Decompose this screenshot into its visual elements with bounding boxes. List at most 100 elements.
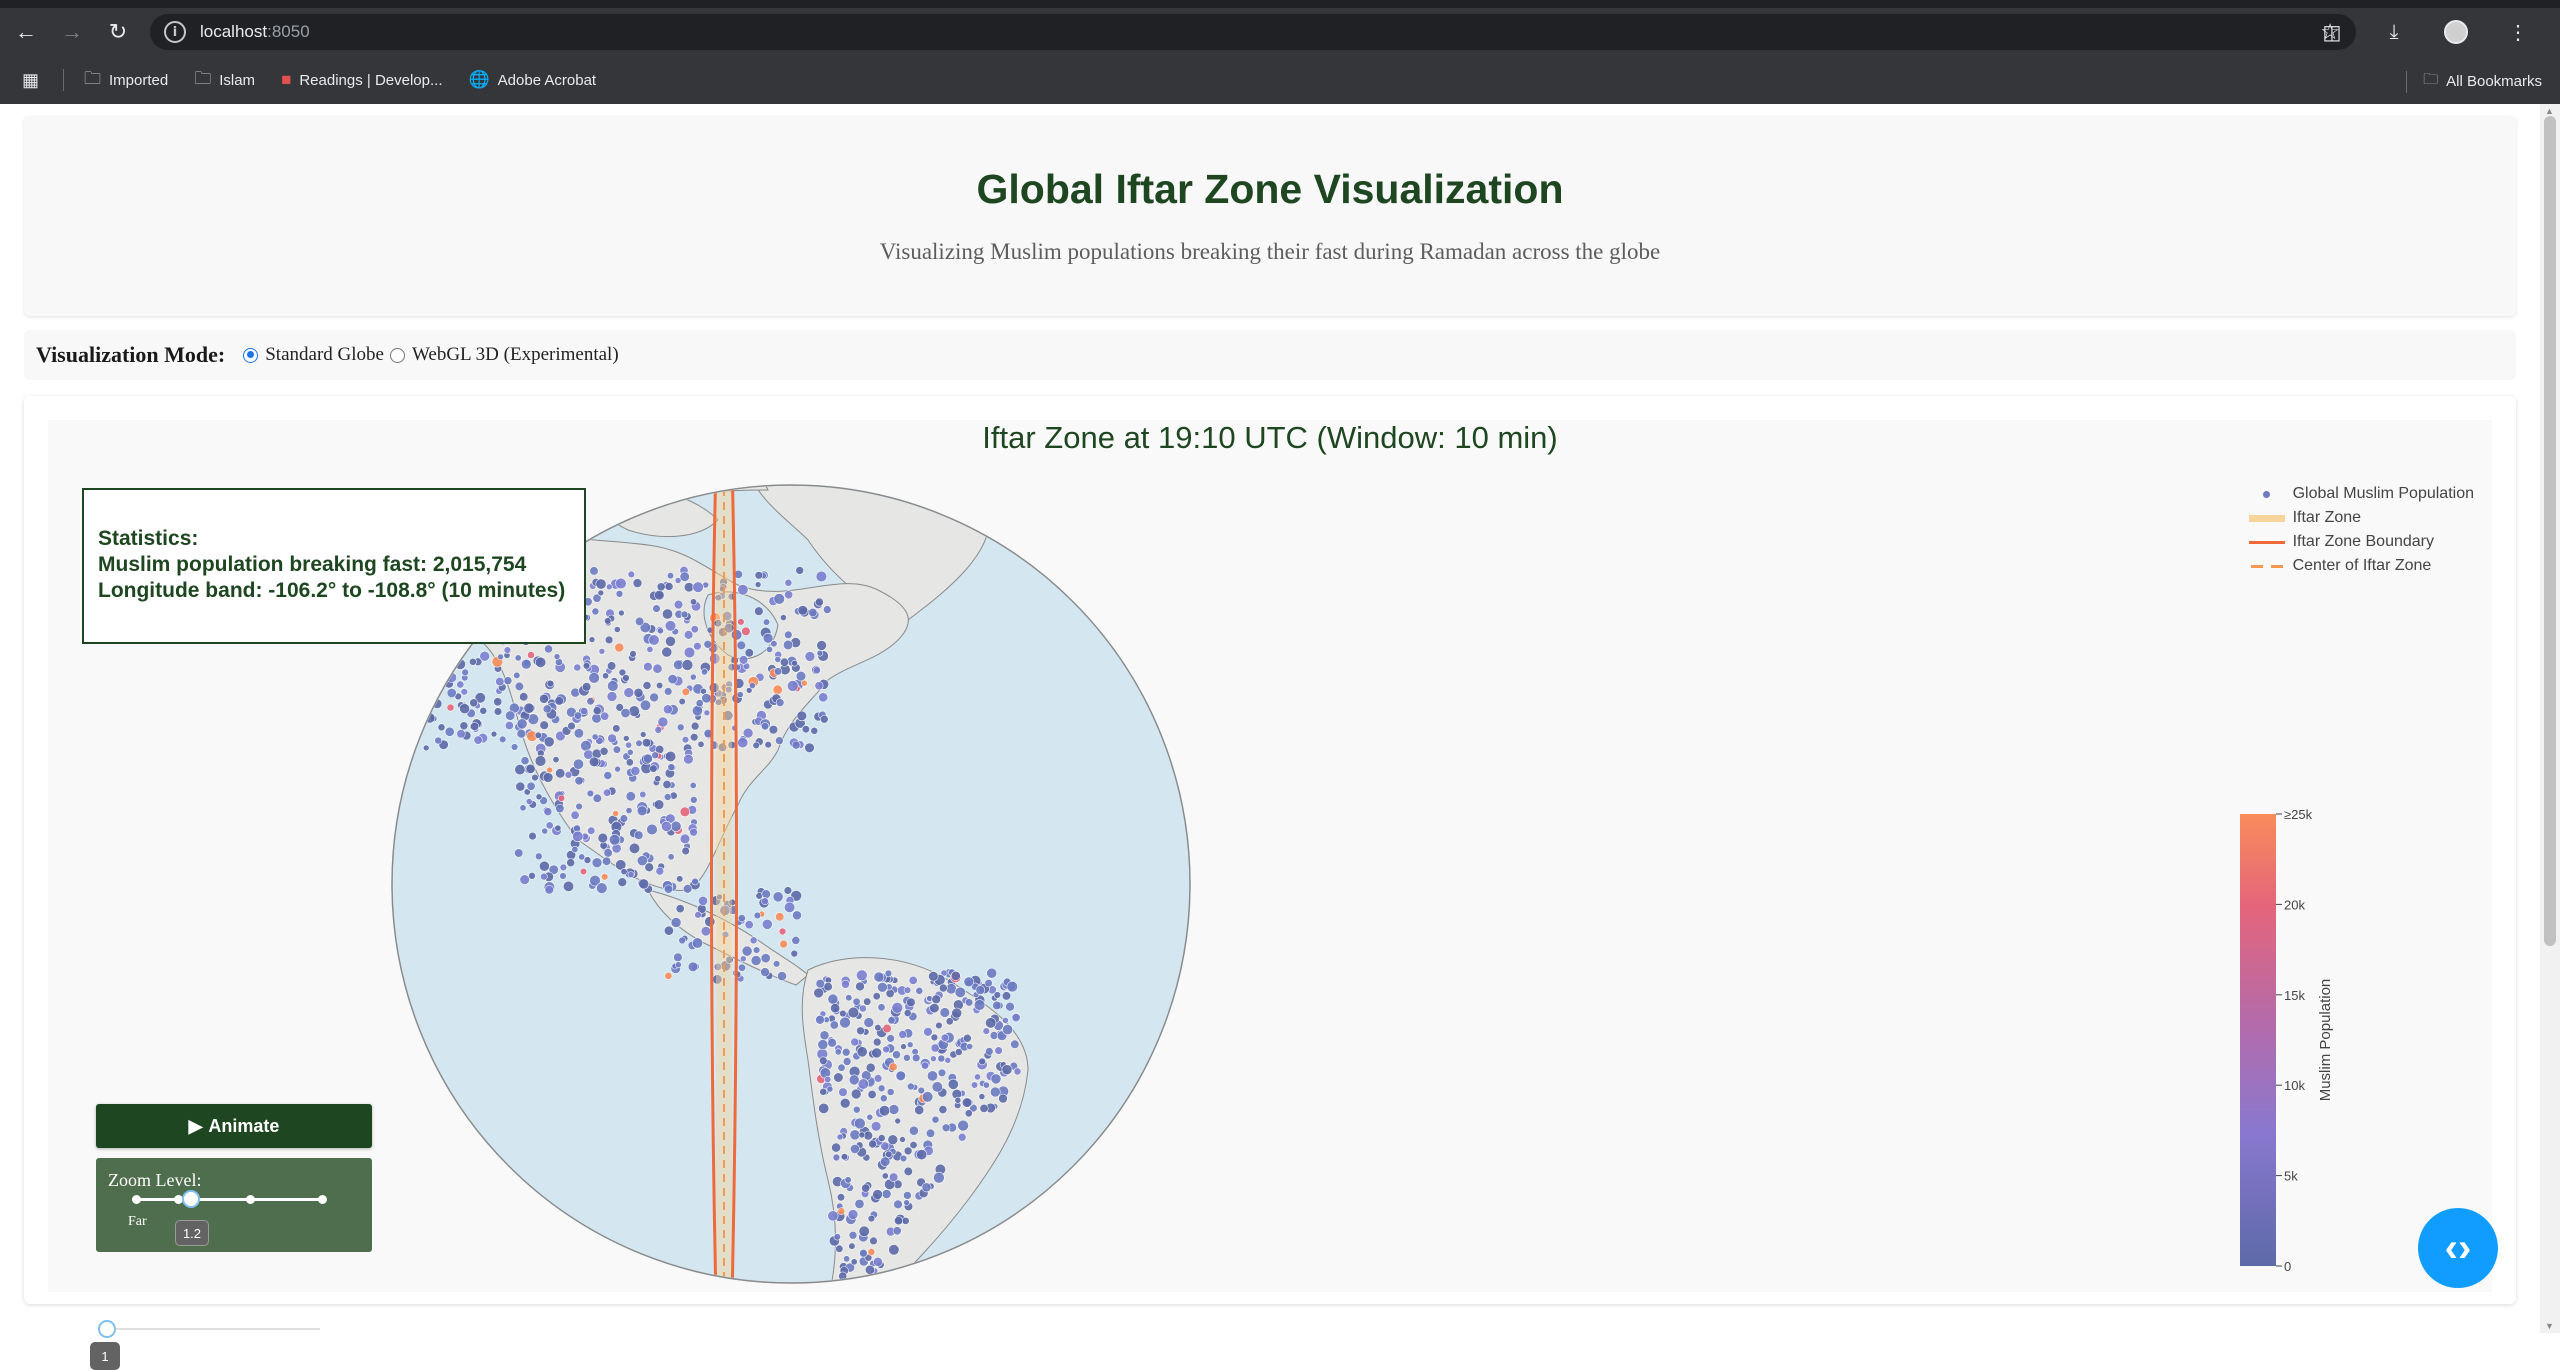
population-dot: [525, 798, 533, 805]
scroll-up-arrow-icon[interactable]: ▲: [2545, 106, 2554, 116]
population-dot: [978, 1093, 986, 1100]
population-dot: [761, 889, 771, 899]
zoom-slider-handle[interactable]: [182, 1190, 200, 1208]
population-dot: [736, 640, 746, 651]
population-dot: [683, 646, 696, 659]
url-text[interactable]: localhost:8050: [200, 22, 310, 42]
population-dot: [437, 723, 446, 732]
speed-slider-track[interactable]: [106, 1328, 320, 1330]
population-dot: [867, 1214, 876, 1223]
code-toggle-button[interactable]: ‹›: [2418, 1208, 2498, 1288]
bookmark-adobe-acrobat[interactable]: 🌐 Adobe Acrobat: [469, 70, 597, 90]
population-dot: [858, 1131, 866, 1139]
population-dot: [935, 1021, 943, 1030]
page-scrollbar[interactable]: ▲ ▼: [2540, 104, 2560, 1333]
radio-button-checked[interactable]: [243, 347, 259, 363]
population-dot: [414, 686, 423, 695]
population-dot: [622, 674, 630, 682]
population-dot: [791, 936, 801, 945]
population-dot: [834, 1048, 842, 1056]
animate-button[interactable]: ▶ Animate: [96, 1104, 372, 1148]
population-dot: [954, 1096, 962, 1104]
population-dot: [871, 1047, 883, 1059]
population-dot: [418, 686, 426, 694]
population-dot: [870, 1121, 882, 1132]
population-dot: [499, 735, 507, 744]
all-bookmarks[interactable]: 🗀 All Bookmarks: [2406, 69, 2542, 94]
population-dot: [1002, 1017, 1009, 1024]
speed-slider-handle[interactable]: [98, 1320, 116, 1338]
population-dot: [625, 807, 633, 815]
population-dot: [906, 1041, 914, 1049]
bookmark-islam[interactable]: 🗀 Islam: [194, 66, 255, 95]
population-dot: [607, 680, 619, 692]
population-dot: [867, 1248, 876, 1256]
population-dot: [661, 608, 673, 620]
site-info-icon[interactable]: i: [164, 21, 186, 43]
back-arrow-icon[interactable]: ←: [6, 12, 46, 52]
population-dot: [888, 1244, 900, 1256]
population-dot: [670, 917, 682, 928]
radio-webgl-3d[interactable]: WebGL 3D (Experimental): [389, 344, 619, 366]
population-dot: [881, 1172, 889, 1180]
population-dot: [520, 756, 530, 766]
population-dot: [473, 735, 483, 745]
download-icon[interactable]: ⤓: [2374, 12, 2414, 52]
population-dot: [623, 687, 635, 698]
address-bar[interactable]: i localhost:8050 ☆: [150, 14, 2356, 50]
population-dot: [663, 925, 674, 936]
population-dot: [612, 810, 620, 817]
scrollbar-thumb[interactable]: [2544, 116, 2556, 946]
population-dot: [648, 634, 660, 646]
population-dot: [432, 648, 441, 657]
population-dot: [816, 640, 827, 651]
reload-icon[interactable]: ↻: [98, 12, 138, 52]
population-dot: [903, 1053, 911, 1062]
population-dot: [639, 790, 647, 799]
radio-button[interactable]: [389, 347, 405, 363]
legend-item-iftar-zone[interactable]: Iftar Zone: [2248, 506, 2474, 530]
profile-avatar[interactable]: [2436, 12, 2476, 52]
page-content: Global Iftar Zone Visualization Visualiz…: [0, 104, 2560, 1370]
population-dot: [833, 1072, 844, 1083]
population-dot: [975, 985, 986, 995]
zoom-slider-track[interactable]: [132, 1195, 327, 1204]
population-dot: [608, 834, 621, 846]
bookmark-readings[interactable]: ■ Readings | Develop...: [281, 70, 442, 90]
population-dot: [847, 1209, 859, 1220]
bookmark-imported[interactable]: 🗀 Imported: [84, 66, 168, 95]
population-dot: [844, 1176, 852, 1184]
population-dot: [681, 659, 694, 671]
population-dot: [984, 978, 993, 988]
population-dot: [600, 873, 609, 881]
population-dot: [827, 993, 839, 1005]
population-dot: [915, 986, 924, 995]
radio-standard-globe[interactable]: Standard Globe: [243, 344, 384, 366]
population-dot: [583, 856, 592, 864]
legend-item-population[interactable]: Global Muslim Population: [2249, 482, 2474, 506]
population-dot: [423, 691, 433, 701]
mode-label: Visualization Mode:: [36, 342, 226, 367]
legend-item-boundary[interactable]: Iftar Zone Boundary: [2248, 530, 2474, 554]
forward-arrow-icon[interactable]: →: [52, 12, 92, 52]
extensions-icon[interactable]: ◫: [2312, 12, 2352, 52]
population-dot: [424, 684, 437, 697]
population-dot: [539, 720, 549, 730]
population-dot: [490, 730, 498, 738]
population-dot: [899, 1136, 906, 1143]
population-dot: [827, 1037, 837, 1048]
population-dot: [633, 830, 644, 840]
legend-item-center[interactable]: Center of Iftar Zone: [2249, 554, 2474, 578]
globe-plot[interactable]: Iftar Zone at 19:10 UTC (Window: 10 min): [48, 420, 2492, 1370]
population-dot: [945, 1017, 954, 1026]
menu-kebab-icon[interactable]: ⋮: [2498, 12, 2538, 52]
population-dot: [1001, 1064, 1013, 1076]
scroll-down-arrow-icon[interactable]: ▼: [2545, 1321, 2554, 1331]
population-dot: [824, 1075, 832, 1084]
population-dot: [662, 779, 672, 789]
population-dot: [514, 764, 526, 776]
population-dot: [626, 748, 634, 756]
population-dot: [760, 722, 770, 731]
apps-grid-icon[interactable]: ▦: [22, 70, 39, 91]
population-dot: [928, 971, 939, 982]
